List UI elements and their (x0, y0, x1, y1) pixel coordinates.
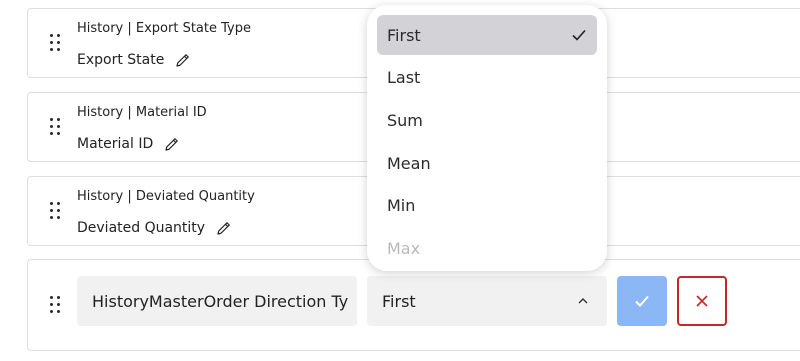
field-source-label: History | Material ID (77, 105, 207, 120)
checkmark-icon (572, 29, 586, 41)
close-icon (696, 295, 708, 307)
dropdown-option-label: Mean (387, 153, 431, 173)
dropdown-option-label: First (387, 25, 421, 45)
drag-handle-icon[interactable] (50, 202, 60, 220)
chevron-up-icon (578, 298, 588, 304)
dropdown-option-last[interactable]: Last (377, 58, 597, 98)
dropdown-option-min[interactable]: Min (377, 186, 597, 226)
field-source-label: History | Export State Type (77, 21, 251, 36)
field-name-input[interactable]: HistoryMasterOrder Direction Ty (77, 276, 357, 326)
aggregation-select-value: First (382, 291, 416, 311)
dropdown-option-label: Max (387, 238, 421, 258)
dropdown-option-max[interactable]: Max (377, 228, 597, 268)
field-source-label: History | Deviated Quantity (77, 189, 255, 204)
drag-handle-icon[interactable] (50, 34, 60, 52)
check-icon (635, 295, 649, 307)
field-row-editing: HistoryMasterOrder Direction Ty First (27, 259, 800, 351)
dropdown-option-label: Sum (387, 110, 423, 130)
confirm-button[interactable] (617, 276, 667, 326)
aggregation-select[interactable]: First (367, 276, 607, 326)
dropdown-option-sum[interactable]: Sum (377, 100, 597, 140)
pencil-icon[interactable] (215, 219, 233, 237)
aggregation-dropdown-menu: First Last Sum Mean Min Max (367, 5, 607, 271)
cancel-button[interactable] (677, 276, 727, 326)
dropdown-option-mean[interactable]: Mean (377, 143, 597, 183)
dropdown-option-label: Last (387, 68, 421, 88)
pencil-icon[interactable] (174, 51, 192, 69)
pencil-icon[interactable] (163, 135, 181, 153)
dropdown-option-label: Min (387, 196, 416, 216)
drag-handle-icon[interactable] (50, 296, 60, 314)
field-name: Export State (77, 52, 165, 68)
field-name: Deviated Quantity (77, 220, 206, 236)
drag-handle-icon[interactable] (50, 118, 60, 136)
field-name: Material ID (77, 136, 154, 152)
dropdown-option-first[interactable]: First (377, 15, 597, 55)
